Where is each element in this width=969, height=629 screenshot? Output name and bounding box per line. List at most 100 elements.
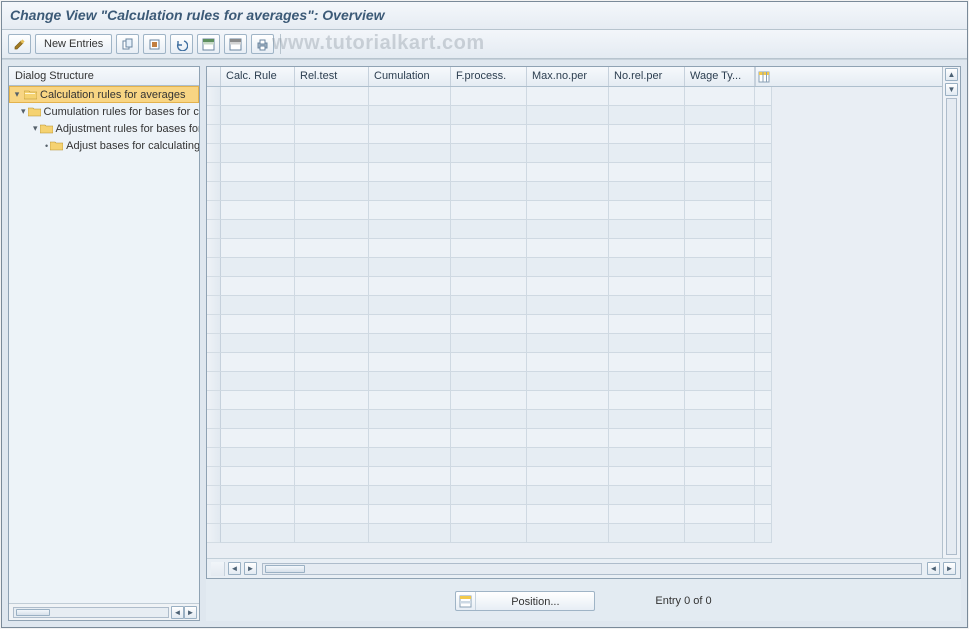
cell[interactable]: [685, 429, 755, 448]
cell[interactable]: [527, 524, 609, 543]
table-row[interactable]: [207, 125, 942, 144]
table-row[interactable]: [207, 315, 942, 334]
cell[interactable]: [221, 353, 295, 372]
table-row[interactable]: [207, 201, 942, 220]
tree-item-cumulation-rules[interactable]: ▾ Cumulation rules for bases for calcula…: [9, 103, 199, 120]
cell[interactable]: [685, 315, 755, 334]
cell[interactable]: [295, 505, 369, 524]
cell[interactable]: [527, 429, 609, 448]
column-header[interactable]: Calc. Rule: [221, 67, 295, 86]
row-selector[interactable]: [207, 296, 221, 315]
tree-item-adjust-bases[interactable]: • Adjust bases for calculating average v…: [9, 137, 199, 154]
table-row[interactable]: [207, 486, 942, 505]
column-header[interactable]: F.process.: [451, 67, 527, 86]
cell[interactable]: [451, 296, 527, 315]
scroll-thumb[interactable]: [265, 565, 305, 573]
toggle-edit-button[interactable]: [8, 34, 31, 54]
scroll-right-end-button[interactable]: ►: [943, 562, 956, 575]
cell[interactable]: [221, 277, 295, 296]
column-header[interactable]: Wage Ty...: [685, 67, 755, 86]
cell[interactable]: [527, 182, 609, 201]
table-row[interactable]: [207, 87, 942, 106]
cell[interactable]: [685, 144, 755, 163]
cell[interactable]: [609, 296, 685, 315]
cell[interactable]: [609, 391, 685, 410]
column-header[interactable]: Cumulation: [369, 67, 451, 86]
row-selector[interactable]: [207, 486, 221, 505]
cell[interactable]: [527, 372, 609, 391]
table-row[interactable]: [207, 334, 942, 353]
cell[interactable]: [295, 277, 369, 296]
cell[interactable]: [685, 505, 755, 524]
cell[interactable]: [527, 277, 609, 296]
undo-button[interactable]: [170, 34, 193, 54]
row-selector[interactable]: [207, 182, 221, 201]
cell[interactable]: [451, 448, 527, 467]
row-selector[interactable]: [207, 372, 221, 391]
cell[interactable]: [451, 106, 527, 125]
cell[interactable]: [685, 277, 755, 296]
delete-button[interactable]: [143, 34, 166, 54]
expand-icon[interactable]: ▾: [21, 106, 26, 117]
cell[interactable]: [451, 505, 527, 524]
row-selector[interactable]: [207, 391, 221, 410]
cell[interactable]: [295, 524, 369, 543]
tree-item-calculation-rules[interactable]: ▾ Calculation rules for averages: [9, 86, 199, 103]
cell[interactable]: [527, 258, 609, 277]
cell[interactable]: [609, 334, 685, 353]
cell[interactable]: [221, 239, 295, 258]
row-selector[interactable]: [207, 201, 221, 220]
row-selector[interactable]: [207, 106, 221, 125]
cell[interactable]: [369, 353, 451, 372]
row-selector[interactable]: [207, 315, 221, 334]
cell[interactable]: [685, 258, 755, 277]
cell[interactable]: [221, 505, 295, 524]
scroll-track[interactable]: [946, 98, 957, 555]
table-row[interactable]: [207, 467, 942, 486]
table-row[interactable]: [207, 448, 942, 467]
cell[interactable]: [369, 391, 451, 410]
cell[interactable]: [369, 277, 451, 296]
table-row[interactable]: [207, 391, 942, 410]
cell[interactable]: [295, 486, 369, 505]
cell[interactable]: [451, 163, 527, 182]
cell[interactable]: [609, 87, 685, 106]
cell[interactable]: [685, 220, 755, 239]
cell[interactable]: [685, 182, 755, 201]
cell[interactable]: [221, 391, 295, 410]
row-selector[interactable]: [207, 467, 221, 486]
cell[interactable]: [369, 467, 451, 486]
cell[interactable]: [609, 315, 685, 334]
table-row[interactable]: [207, 296, 942, 315]
cell[interactable]: [609, 410, 685, 429]
row-selector[interactable]: [207, 87, 221, 106]
cell[interactable]: [609, 429, 685, 448]
cell[interactable]: [527, 353, 609, 372]
cell[interactable]: [295, 296, 369, 315]
cell[interactable]: [527, 201, 609, 220]
cell[interactable]: [685, 353, 755, 372]
cell[interactable]: [221, 372, 295, 391]
cell[interactable]: [221, 448, 295, 467]
scroll-up-button[interactable]: ▲: [945, 68, 958, 81]
table-row[interactable]: [207, 505, 942, 524]
cell[interactable]: [609, 372, 685, 391]
cell[interactable]: [295, 334, 369, 353]
cell[interactable]: [369, 106, 451, 125]
cell[interactable]: [527, 144, 609, 163]
table-row[interactable]: [207, 220, 942, 239]
row-selector[interactable]: [207, 524, 221, 543]
cell[interactable]: [685, 87, 755, 106]
new-entries-button[interactable]: New Entries: [35, 34, 112, 54]
scroll-track[interactable]: [262, 563, 922, 575]
expand-icon[interactable]: ▾: [33, 123, 38, 134]
cell[interactable]: [609, 220, 685, 239]
cell[interactable]: [527, 315, 609, 334]
cell[interactable]: [221, 87, 295, 106]
cell[interactable]: [221, 144, 295, 163]
cell[interactable]: [295, 220, 369, 239]
cell[interactable]: [609, 125, 685, 144]
scroll-left-button[interactable]: ◄: [171, 606, 184, 619]
cell[interactable]: [295, 467, 369, 486]
cell[interactable]: [451, 220, 527, 239]
